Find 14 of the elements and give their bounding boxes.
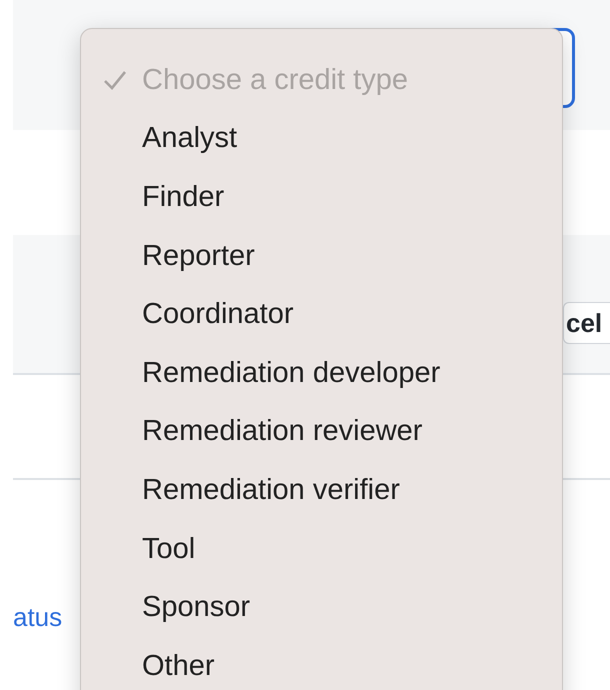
menu-option[interactable]: Reporter: [81, 226, 562, 286]
menu-option[interactable]: Other: [81, 636, 562, 690]
menu-option: Choose a credit type: [81, 51, 562, 110]
menu-option[interactable]: Coordinator: [81, 285, 562, 344]
menu-option[interactable]: Sponsor: [81, 578, 562, 637]
status-link[interactable]: atus: [13, 602, 62, 632]
menu-option[interactable]: Tool: [81, 520, 562, 578]
menu-option[interactable]: Analyst: [81, 110, 562, 168]
menu-option[interactable]: Remediation reviewer: [81, 402, 562, 462]
menu-option[interactable]: Remediation verifier: [81, 461, 562, 520]
cancel-button[interactable]: cel: [563, 302, 610, 344]
menu-option[interactable]: Finder: [81, 168, 562, 227]
checkmark-icon: [103, 69, 127, 92]
menu-option[interactable]: Remediation developer: [81, 344, 562, 403]
